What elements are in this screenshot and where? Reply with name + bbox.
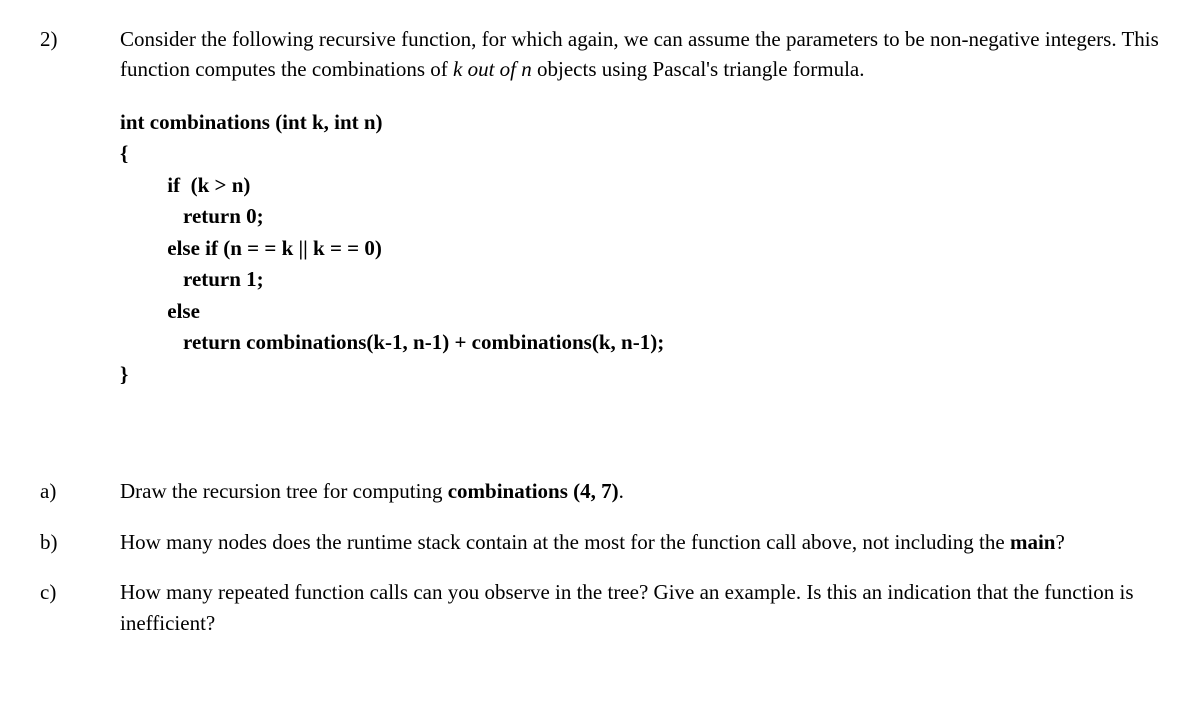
question-content: Consider the following recursive functio…: [120, 24, 1160, 450]
sub-c-text: How many repeated function calls can you…: [120, 580, 1134, 634]
code-line-2: {: [120, 141, 128, 165]
sub-label-c: c): [40, 577, 120, 638]
sub-a-text1: Draw the recursion tree for computing: [120, 479, 448, 503]
code-line-4: return 0;: [120, 204, 264, 228]
sub-content-c: How many repeated function calls can you…: [120, 577, 1160, 638]
sub-question-a: a) Draw the recursion tree for computing…: [40, 476, 1160, 506]
code-line-8: return combinations(k-1, n-1) + combinat…: [120, 330, 664, 354]
sub-a-text2: .: [619, 479, 624, 503]
intro-italic: k out of n: [453, 57, 532, 81]
question-number: 2): [40, 24, 120, 450]
intro-text-2: objects using Pascal's triangle formula.: [532, 57, 865, 81]
sub-content-b: How many nodes does the runtime stack co…: [120, 527, 1160, 557]
sub-label-a: a): [40, 476, 120, 506]
sub-b-bold: main: [1010, 530, 1056, 554]
sub-label-b: b): [40, 527, 120, 557]
sub-a-bold: combinations (4, 7): [448, 479, 619, 503]
code-line-9: }: [120, 362, 128, 386]
sub-question-c: c) How many repeated function calls can …: [40, 577, 1160, 638]
sub-question-b: b) How many nodes does the runtime stack…: [40, 527, 1160, 557]
sub-b-text1: How many nodes does the runtime stack co…: [120, 530, 1010, 554]
code-block: int combinations (int k, int n) { if (k …: [120, 107, 1160, 391]
question-2: 2) Consider the following recursive func…: [40, 24, 1160, 450]
question-intro: Consider the following recursive functio…: [120, 24, 1160, 85]
code-line-5: else if (n = = k || k = = 0): [120, 236, 382, 260]
code-line-3: if (k > n): [120, 173, 250, 197]
code-line-7: else: [120, 299, 200, 323]
sub-b-text2: ?: [1055, 530, 1064, 554]
code-line-1: int combinations (int k, int n): [120, 110, 383, 134]
sub-content-a: Draw the recursion tree for computing co…: [120, 476, 1160, 506]
code-line-6: return 1;: [120, 267, 264, 291]
